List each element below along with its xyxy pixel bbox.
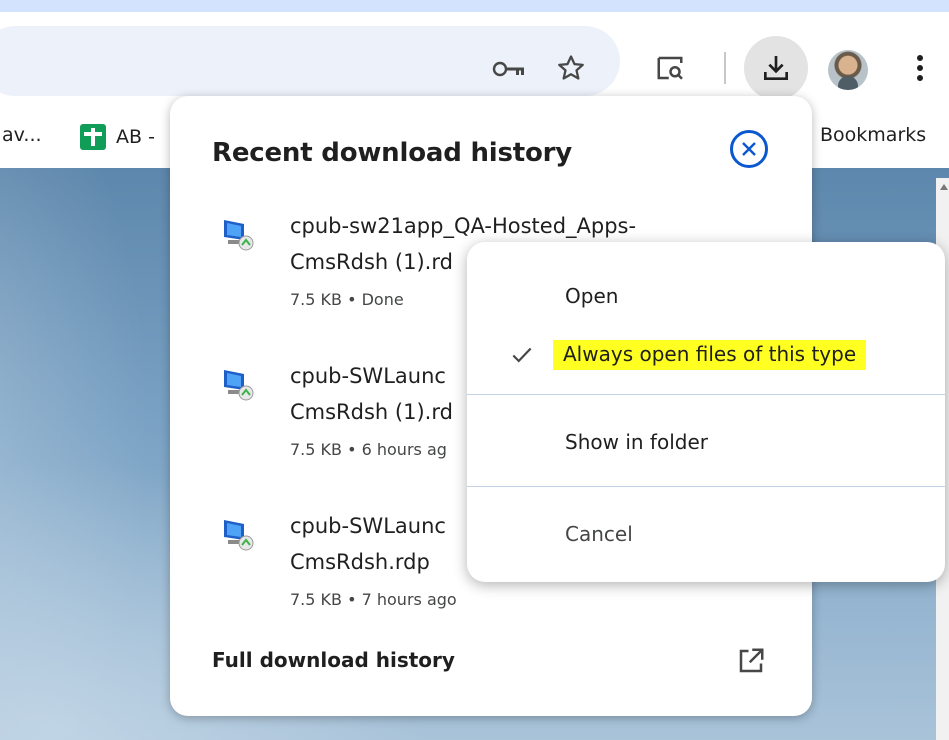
menu-divider	[467, 486, 945, 487]
rdp-file-icon	[224, 370, 254, 401]
menu-item-cancel[interactable]: Cancel	[565, 522, 633, 546]
check-icon	[512, 347, 532, 363]
avatar[interactable]	[828, 50, 868, 90]
address-bar[interactable]	[0, 26, 620, 96]
download-status: 7.5 KB • 7 hours ago	[290, 590, 457, 609]
download-status: 7.5 KB • 6 hours ag	[290, 440, 447, 459]
sheets-icon	[80, 124, 106, 150]
menu-item-always-open[interactable]: Always open files of this type	[553, 340, 867, 370]
tab-search-icon[interactable]	[652, 50, 688, 86]
star-icon[interactable]	[553, 48, 589, 88]
rdp-file-icon	[224, 220, 254, 251]
bookmark-item-ab[interactable]: AB -	[80, 124, 155, 150]
bookmark-label: AB -	[116, 126, 155, 148]
menu-divider	[467, 394, 945, 395]
rdp-file-icon	[224, 520, 254, 551]
filename-line-2: CmsRdsh.rdp	[290, 550, 430, 574]
more-menu-icon[interactable]	[904, 48, 936, 88]
browser-toolbar	[0, 12, 949, 108]
close-icon[interactable]	[730, 130, 768, 168]
full-download-history-link[interactable]: Full download history	[212, 648, 455, 672]
all-bookmarks-button[interactable]: Bookmarks	[820, 124, 926, 146]
scroll-up-arrow-icon[interactable]	[940, 184, 948, 190]
menu-item-show-in-folder[interactable]: Show in folder	[565, 430, 708, 454]
download-icon[interactable]	[744, 36, 808, 100]
download-status: 7.5 KB • Done	[290, 290, 404, 309]
filename-line-1: cpub-SWLaunc	[290, 364, 446, 388]
panel-title: Recent download history	[212, 138, 573, 168]
external-link-icon[interactable]	[736, 646, 766, 676]
filename-line-1: cpub-sw21app_QA-Hosted_Apps-	[290, 214, 637, 238]
bookmark-item-partial[interactable]: av...	[2, 124, 42, 146]
download-context-menu: Open Always open files of this type Show…	[467, 242, 945, 582]
filename-line-1: cpub-SWLaunc	[290, 514, 446, 538]
menu-item-open[interactable]: Open	[565, 284, 618, 308]
toolbar-separator	[724, 52, 726, 84]
filename-line-2: CmsRdsh (1).rd	[290, 400, 453, 424]
download-filename: cpub-SWLaunc CmsRdsh.rdp	[290, 508, 446, 580]
window-top-strip	[0, 0, 949, 12]
key-icon[interactable]	[492, 52, 526, 86]
download-filename: cpub-SWLaunc CmsRdsh (1).rd	[290, 358, 453, 430]
